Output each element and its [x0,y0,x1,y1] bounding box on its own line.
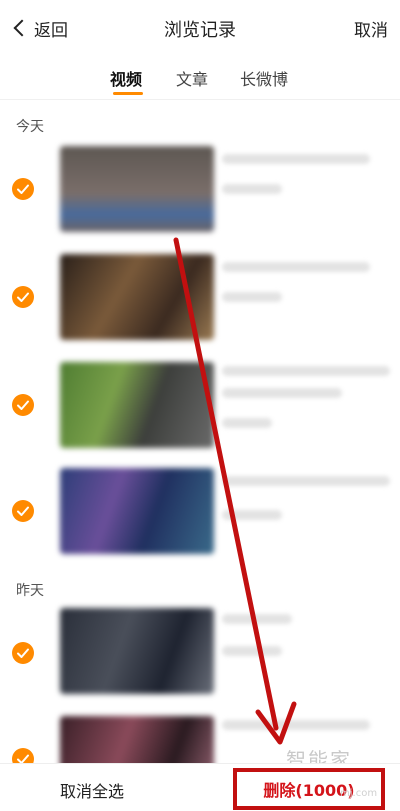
checkmark-icon[interactable] [12,178,34,200]
checkmark-icon[interactable] [12,394,34,416]
video-title-placeholder [222,388,342,398]
cancel-button[interactable]: 取消 [354,16,388,41]
video-thumbnail [60,468,214,554]
list-item[interactable] [0,352,400,460]
checkmark-icon[interactable] [12,286,34,308]
video-meta-placeholder [222,292,282,302]
tab-video[interactable]: 视频 [110,66,142,90]
list-item[interactable] [0,460,400,568]
video-thumbnail [60,254,214,340]
video-meta-placeholder [222,510,282,520]
video-title-placeholder [222,614,292,624]
navigation-bar: 返回 浏览记录 取消 [0,0,400,56]
section-label-today: 今天 [16,119,44,135]
list-item[interactable] [0,136,400,244]
video-thumbnail [60,146,214,232]
bottom-action-bar: 取消全选 删除(1000) [0,763,400,811]
video-title-placeholder [222,720,370,730]
tab-long-weibo[interactable]: 长微博 [240,66,288,90]
page-title: 浏览记录 [164,20,236,41]
video-title-placeholder [222,262,370,272]
video-meta-placeholder [222,646,282,656]
video-title-placeholder [222,476,390,486]
video-title-placeholder [222,366,390,376]
video-thumbnail [60,608,214,694]
video-meta-placeholder [222,184,282,194]
video-thumbnail [60,362,214,448]
checkmark-icon[interactable] [12,500,34,522]
tab-article[interactable]: 文章 [176,66,208,90]
section-label-yesterday: 昨天 [16,583,44,599]
active-tab-indicator [113,92,143,95]
tab-bar: 视频 文章 长微博 [0,56,400,100]
checkmark-icon[interactable] [12,642,34,664]
list-item[interactable] [0,598,400,706]
video-meta-placeholder [222,418,272,428]
watermark-subtext: mj.com [340,788,378,799]
video-title-placeholder [222,154,370,164]
deselect-all-button[interactable]: 取消全选 [60,778,124,802]
list-item[interactable] [0,244,400,352]
